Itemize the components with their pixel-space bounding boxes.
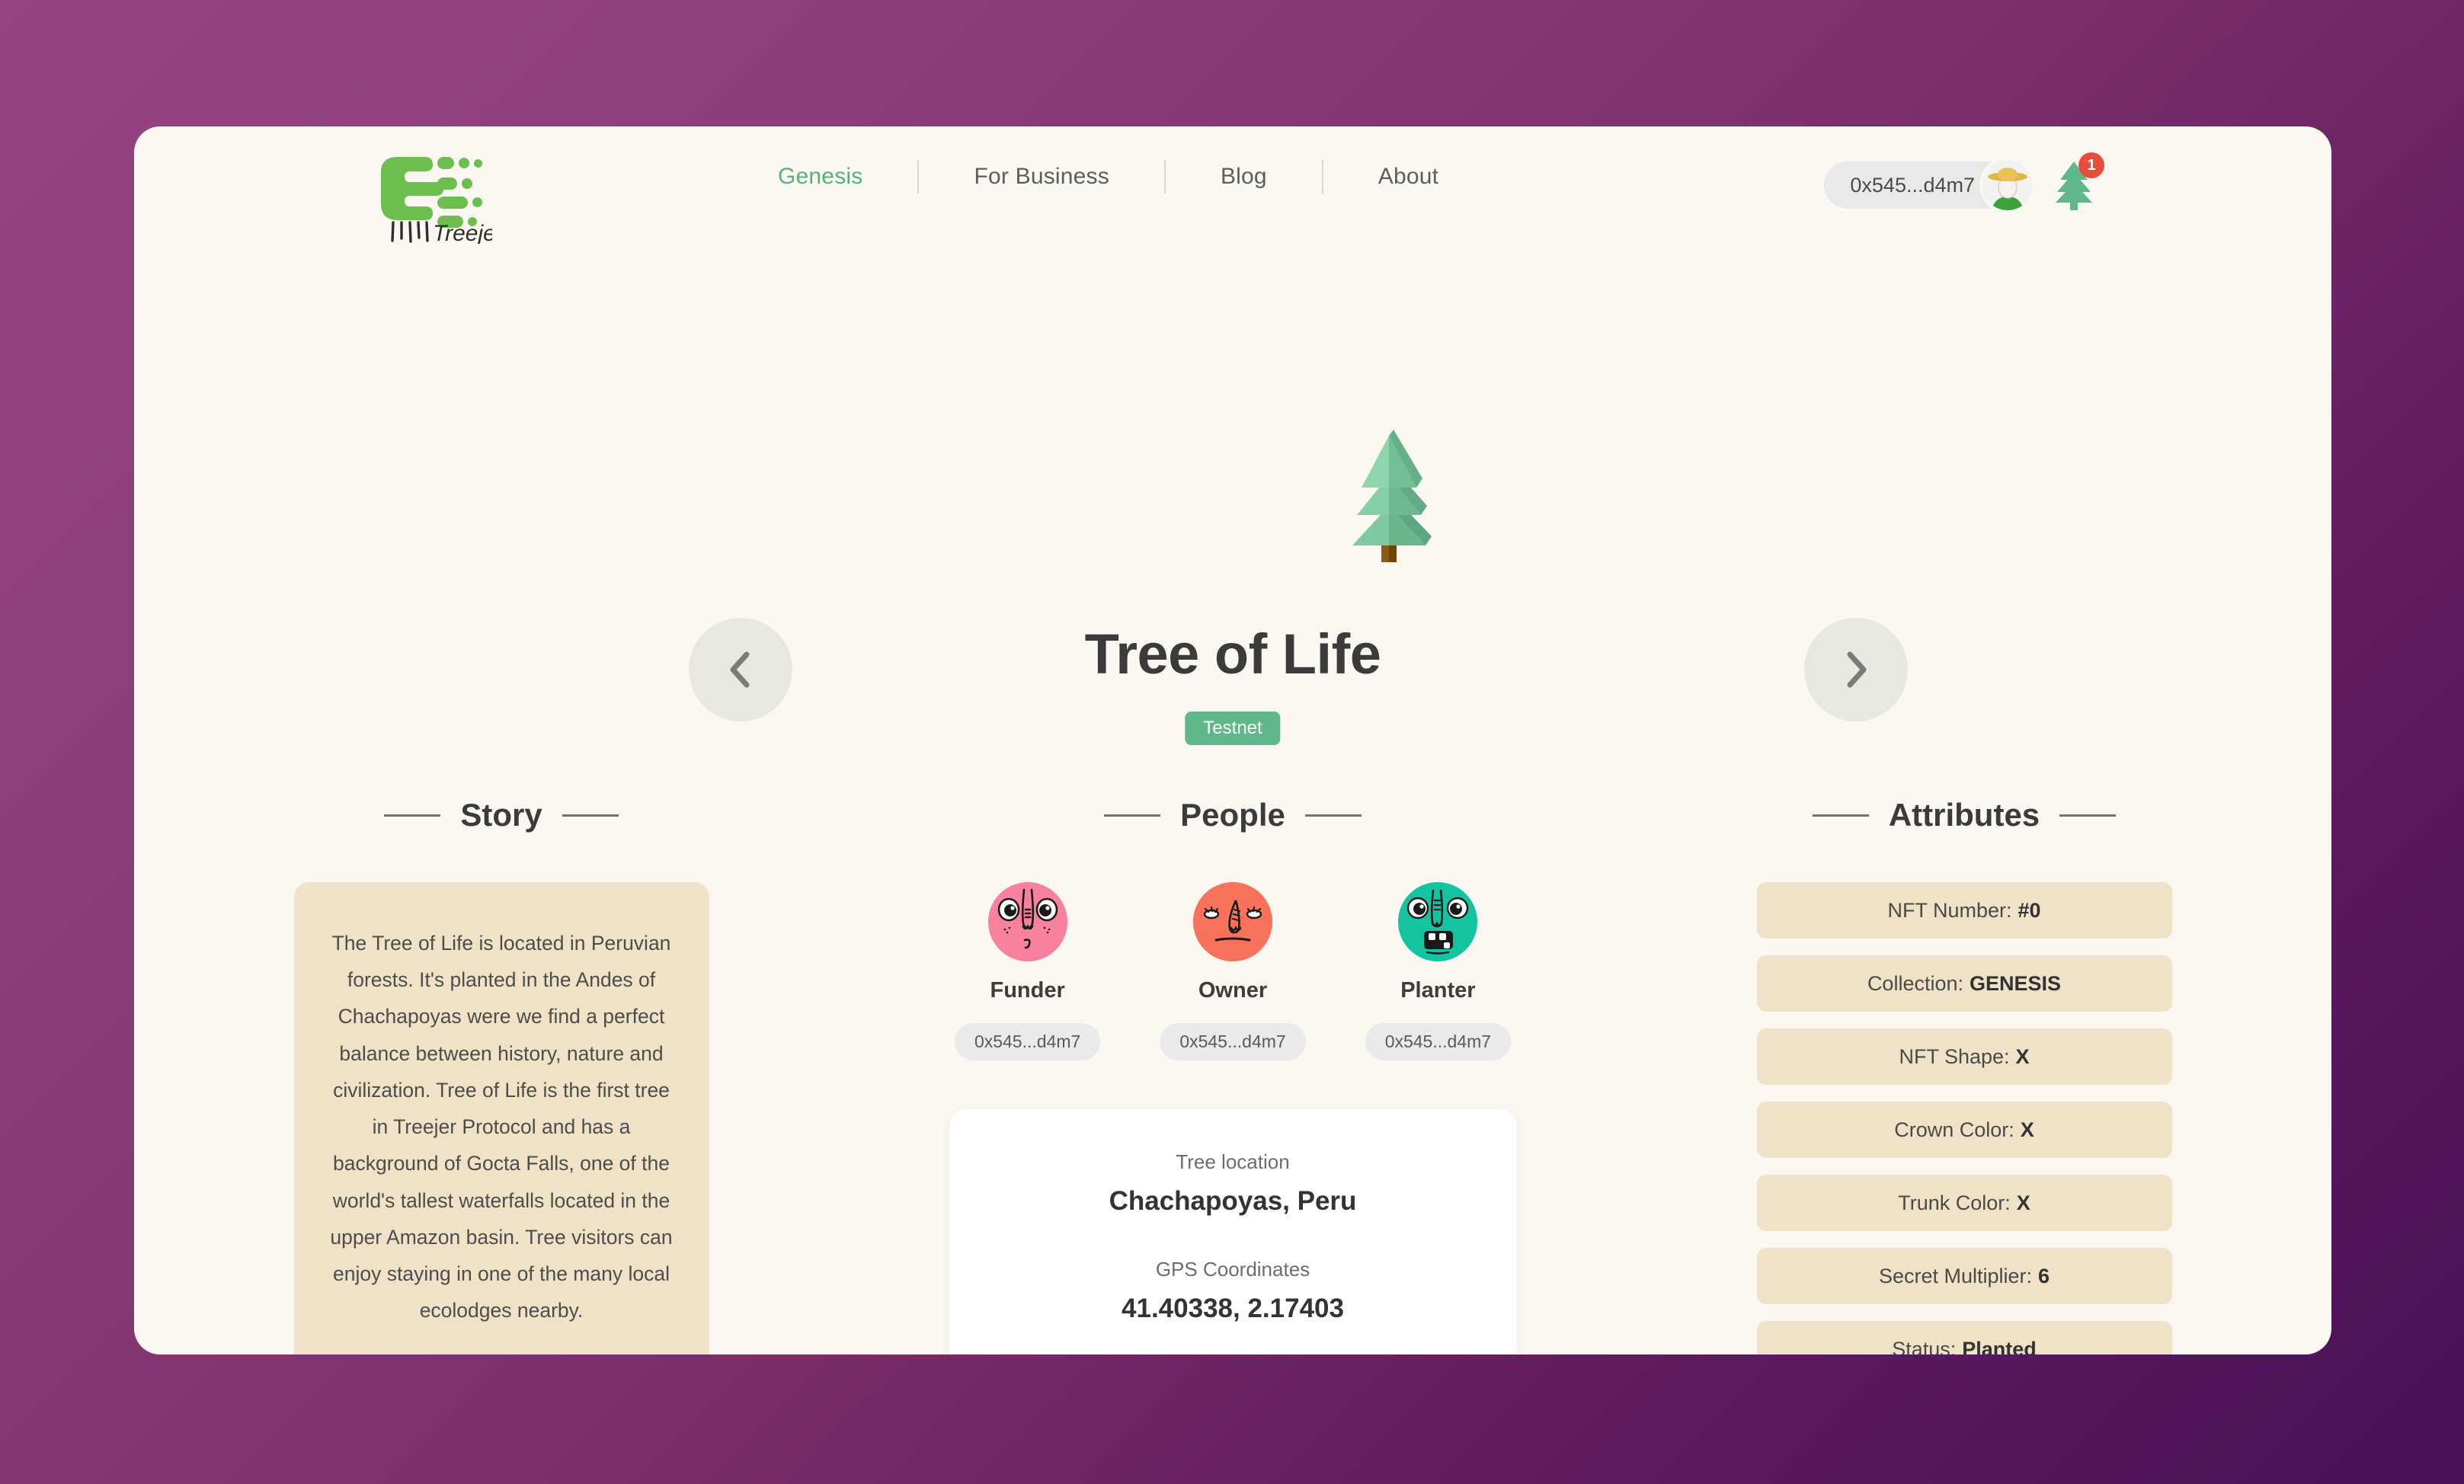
attribute-label: NFT Number:	[1887, 898, 2012, 922]
story-heading-label: Story	[460, 797, 542, 833]
attribute-label: Collection:	[1867, 971, 1963, 995]
story-heading: Story	[136, 797, 867, 833]
person-address-chip[interactable]: 0x545...d4m7	[1160, 1023, 1306, 1060]
attributes-list: NFT Number: #0 Collection: GENESIS NFT Shape…	[1756, 882, 2172, 1355]
nav-item-for-business[interactable]: For Business	[974, 164, 1109, 190]
attribute-row: Collection: GENESIS	[1756, 955, 2172, 1012]
attribute-value: X	[2020, 1118, 2034, 1141]
tree-location-label: Tree location	[1176, 1150, 1290, 1173]
content-columns: Story The Tree of Life is located in Per…	[134, 797, 2331, 1354]
tree-location-card: Tree location Chachapoyas, Peru GPS Coor…	[949, 1109, 1517, 1354]
people-heading-label: People	[1180, 797, 1285, 833]
story-text: The Tree of Life is located in Peruvian …	[330, 932, 673, 1322]
person-funder: Funder 0x545...d4m7	[954, 882, 1101, 1060]
wallet-address: 0x545...d4m7	[1850, 173, 1975, 197]
nav-divider	[917, 160, 920, 193]
attributes-heading-label: Attributes	[1888, 797, 2040, 833]
planter-face-avatar[interactable]	[1398, 882, 1478, 961]
attribute-label: NFT Shape:	[1899, 1044, 2010, 1068]
main-nav: Genesis For Business Blog About	[778, 160, 1438, 193]
site-header: Treejer Genesis For Business Blog About …	[134, 126, 2331, 246]
wallet-area: 0x545...d4m7 1	[1824, 152, 2104, 213]
gps-value: 41.40338, 2.17403	[1122, 1294, 1344, 1323]
attribute-label: Crown Color:	[1894, 1118, 2014, 1141]
nav-item-about[interactable]: About	[1378, 164, 1438, 190]
story-card: The Tree of Life is located in Peruvian …	[293, 882, 709, 1354]
owner-face-avatar[interactable]	[1193, 882, 1272, 961]
wallet-chip[interactable]: 0x545...d4m7	[1824, 157, 2036, 213]
person-address-chip[interactable]: 0x545...d4m7	[954, 1023, 1101, 1060]
attribute-row: NFT Shape: X	[1756, 1028, 2172, 1085]
notification-badge: 1	[2078, 152, 2104, 178]
person-role-label: Owner	[1198, 978, 1268, 1003]
attribute-row: Crown Color: X	[1756, 1102, 2172, 1158]
attribute-value: 6	[2038, 1264, 2050, 1287]
person-role-label: Planter	[1400, 978, 1476, 1003]
attribute-value: X	[2016, 1191, 2030, 1214]
attribute-value: X	[2015, 1044, 2030, 1068]
person-role-label: Funder	[990, 978, 1065, 1003]
people-column: People Funder 0x545...d4m7 Owner 0x545..…	[867, 797, 1598, 1354]
gps-label: GPS Coordinates	[1155, 1258, 1310, 1281]
treejer-wordmark: Treejer	[433, 221, 492, 244]
notification-tree[interactable]: 1	[2053, 152, 2104, 210]
nav-item-genesis[interactable]: Genesis	[778, 164, 862, 190]
funder-face-avatar[interactable]	[987, 882, 1067, 961]
person-owner: Owner 0x545...d4m7	[1160, 882, 1306, 1060]
nav-item-blog[interactable]: Blog	[1221, 164, 1267, 190]
people-heading: People	[867, 797, 1598, 833]
tree-location-value: Chachapoyas, Peru	[1109, 1186, 1357, 1216]
attribute-label: Secret Multiplier:	[1878, 1264, 2033, 1287]
heading-dash-left	[384, 814, 441, 817]
attribute-row: Trunk Color: X	[1756, 1175, 2172, 1231]
story-column: Story The Tree of Life is located in Per…	[136, 797, 867, 1354]
next-tree-button[interactable]	[1804, 618, 1908, 721]
person-address-chip[interactable]: 0x545...d4m7	[1365, 1023, 1512, 1060]
attributes-column: Attributes NFT Number: #0 Collection: GENES…	[1598, 797, 2330, 1354]
attribute-row: Secret Multiplier: 6	[1756, 1248, 2172, 1304]
testnet-badge: Testnet	[1185, 712, 1281, 745]
nav-divider	[1321, 160, 1323, 193]
attribute-value: Planted	[1962, 1337, 2037, 1355]
people-row: Funder 0x545...d4m7 Owner 0x545...d4m7 P…	[867, 882, 1598, 1060]
attribute-row: NFT Number: #0	[1756, 882, 2172, 939]
treejer-logo[interactable]: Treejer	[370, 152, 504, 246]
attribute-value: GENESIS	[1970, 971, 2062, 995]
app-panel: Treejer Genesis For Business Blog About …	[134, 126, 2331, 1354]
farmer-avatar[interactable]	[1979, 157, 2036, 213]
heading-dash-right	[2059, 814, 2117, 817]
heading-dash-right	[1304, 814, 1362, 817]
pine-tree-3d	[1313, 424, 1465, 580]
attribute-label: Trunk Color:	[1898, 1191, 2011, 1214]
chevron-right-icon	[1847, 651, 1867, 688]
prev-tree-button[interactable]	[689, 618, 792, 721]
attribute-label: Status:	[1892, 1337, 1957, 1355]
attribute-value: #0	[2018, 898, 2041, 922]
page-title: Tree of Life	[1084, 622, 1381, 686]
attribute-row: Status: Planted	[1756, 1321, 2172, 1355]
person-planter: Planter 0x545...d4m7	[1365, 882, 1512, 1060]
chevron-left-icon	[730, 651, 750, 688]
heading-dash-right	[562, 814, 619, 817]
heading-dash-left	[1812, 814, 1869, 817]
heading-dash-left	[1104, 814, 1161, 817]
attributes-heading: Attributes	[1598, 797, 2330, 833]
nav-divider	[1163, 160, 1166, 193]
